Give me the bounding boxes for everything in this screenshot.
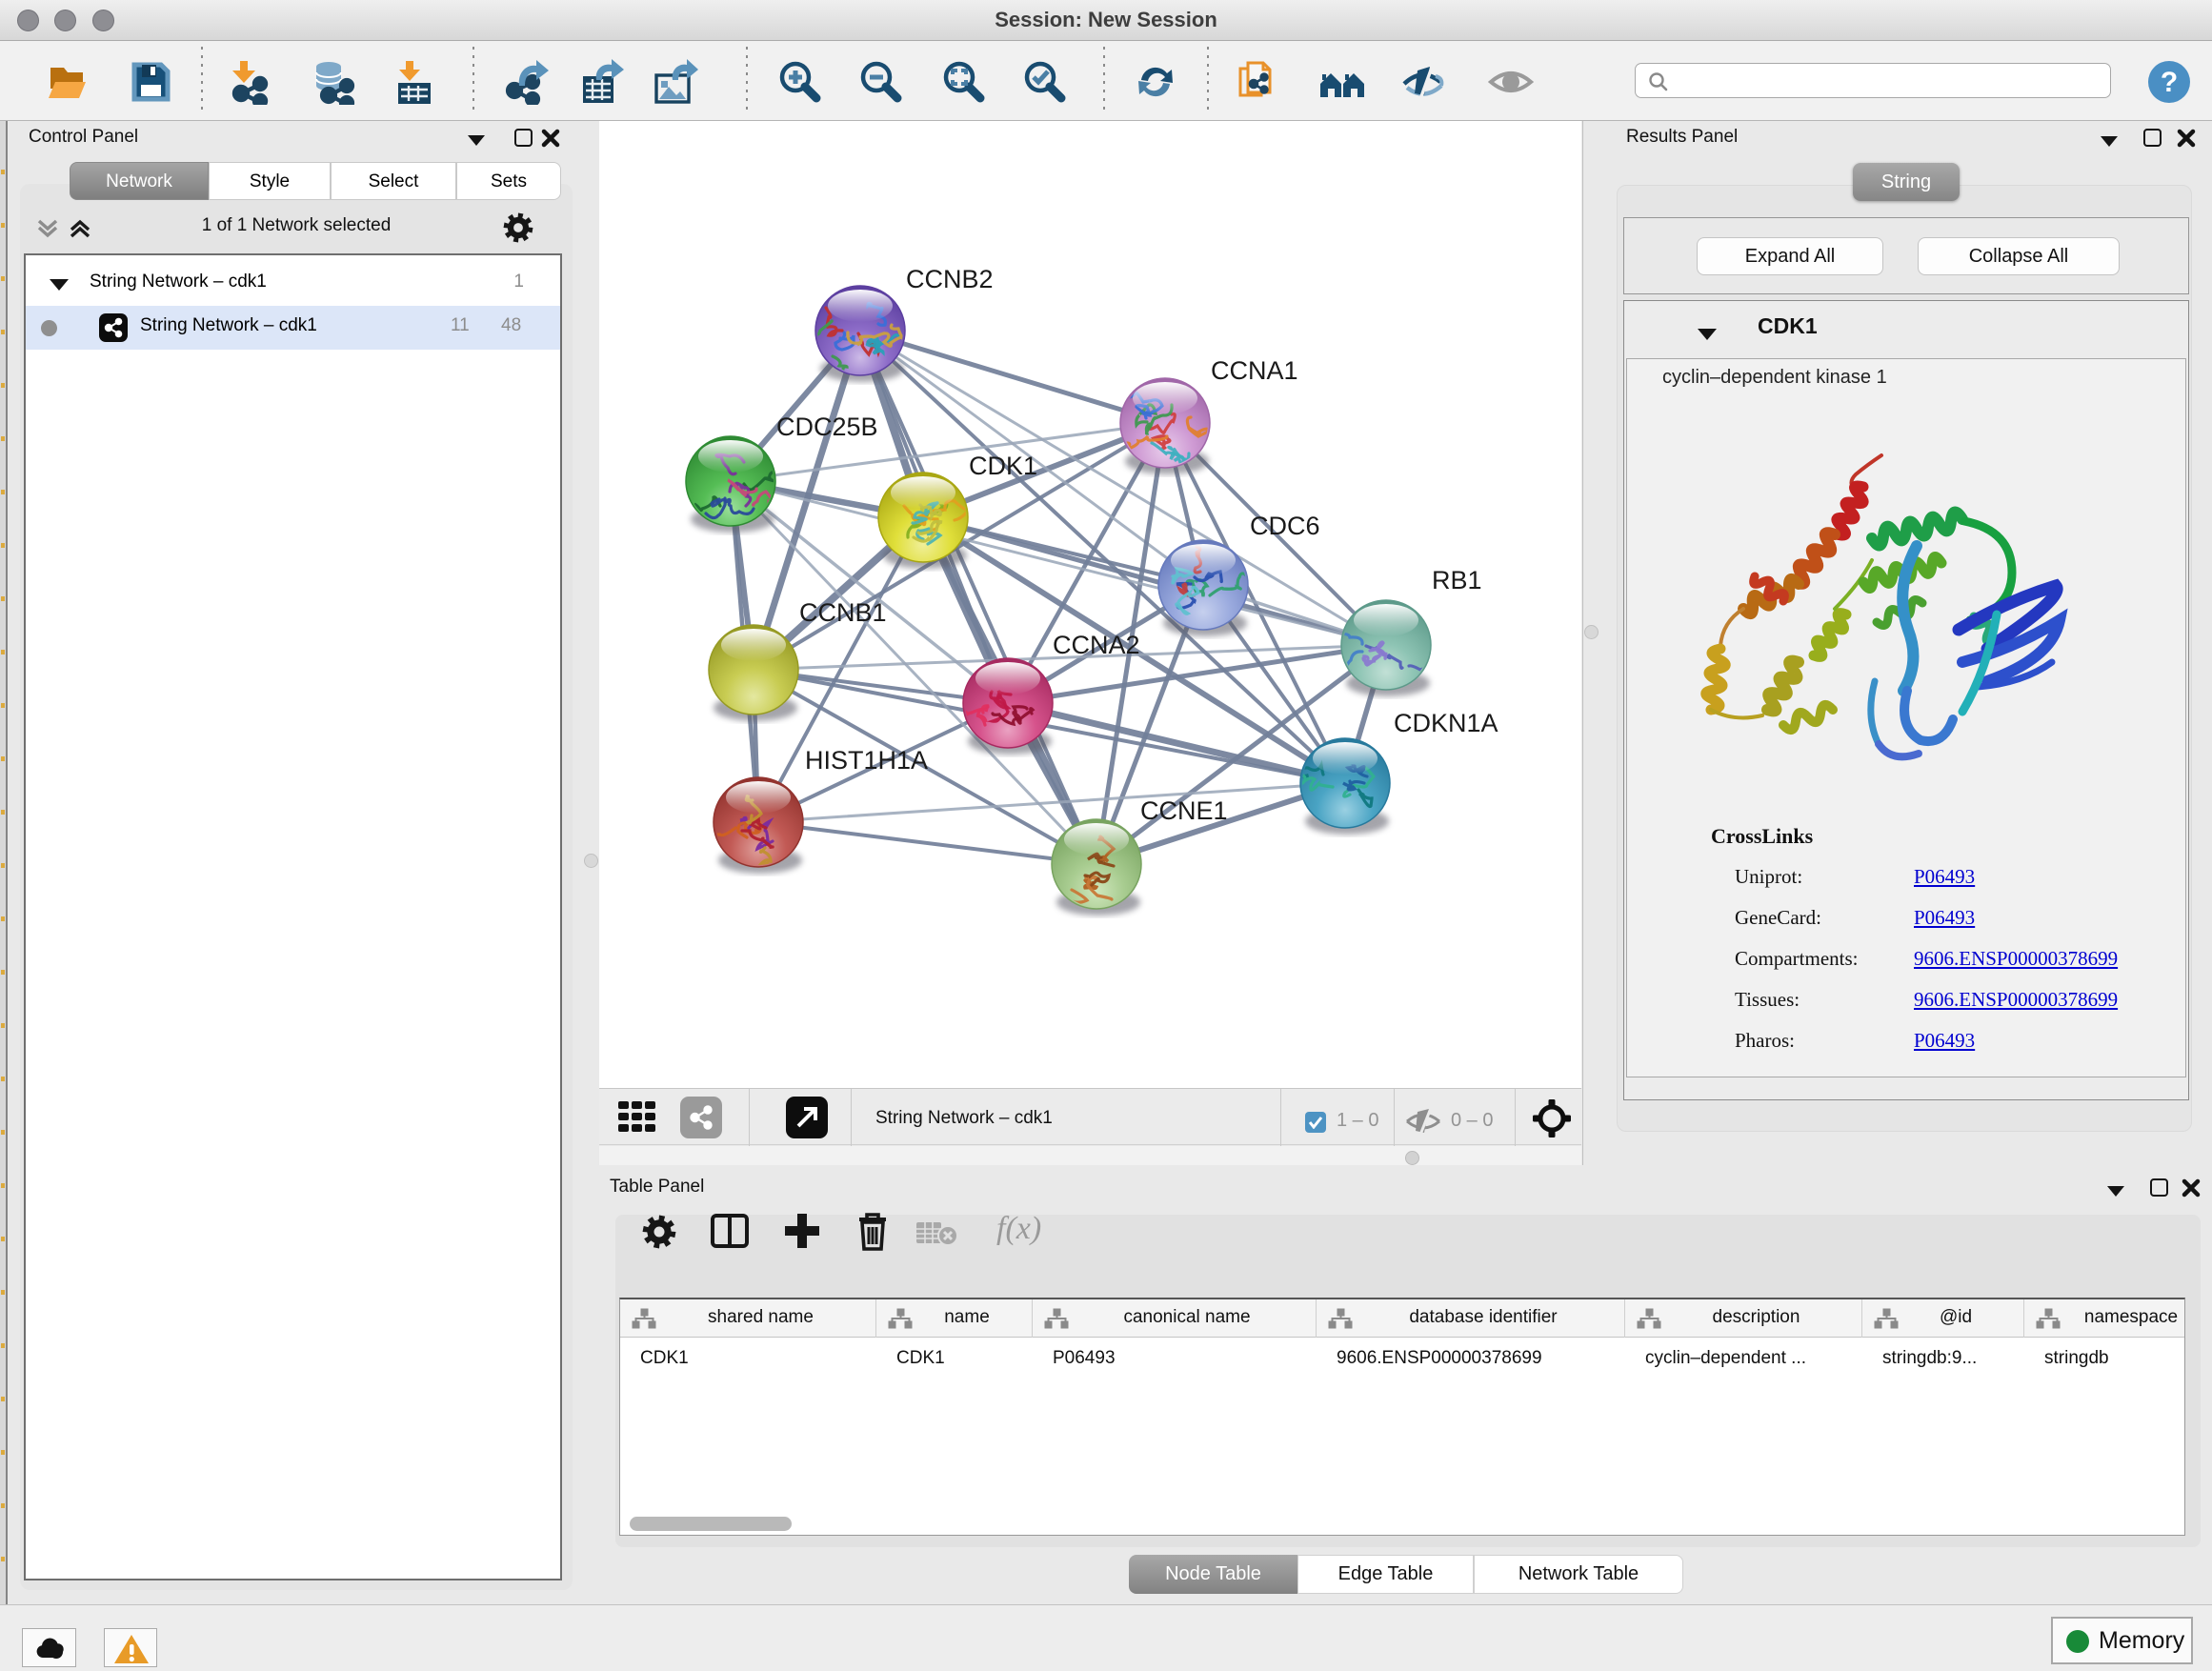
svg-text:CCNB2: CCNB2 bbox=[906, 265, 994, 293]
svg-text:CCNA2: CCNA2 bbox=[1053, 631, 1140, 659]
svg-text:?: ? bbox=[2161, 67, 2178, 98]
svg-text:CCNA1: CCNA1 bbox=[1211, 356, 1298, 385]
svg-text:CDC25B: CDC25B bbox=[776, 413, 878, 441]
svg-text:HIST1H1A: HIST1H1A bbox=[805, 746, 928, 775]
svg-text:RB1: RB1 bbox=[1432, 566, 1482, 594]
svg-text:CDK1: CDK1 bbox=[969, 452, 1037, 480]
svg-text:CDC6: CDC6 bbox=[1250, 512, 1320, 540]
svg-text:CDKN1A: CDKN1A bbox=[1394, 709, 1498, 737]
svg-text:CCNB1: CCNB1 bbox=[799, 598, 887, 627]
svg-text:CCNE1: CCNE1 bbox=[1140, 796, 1228, 825]
